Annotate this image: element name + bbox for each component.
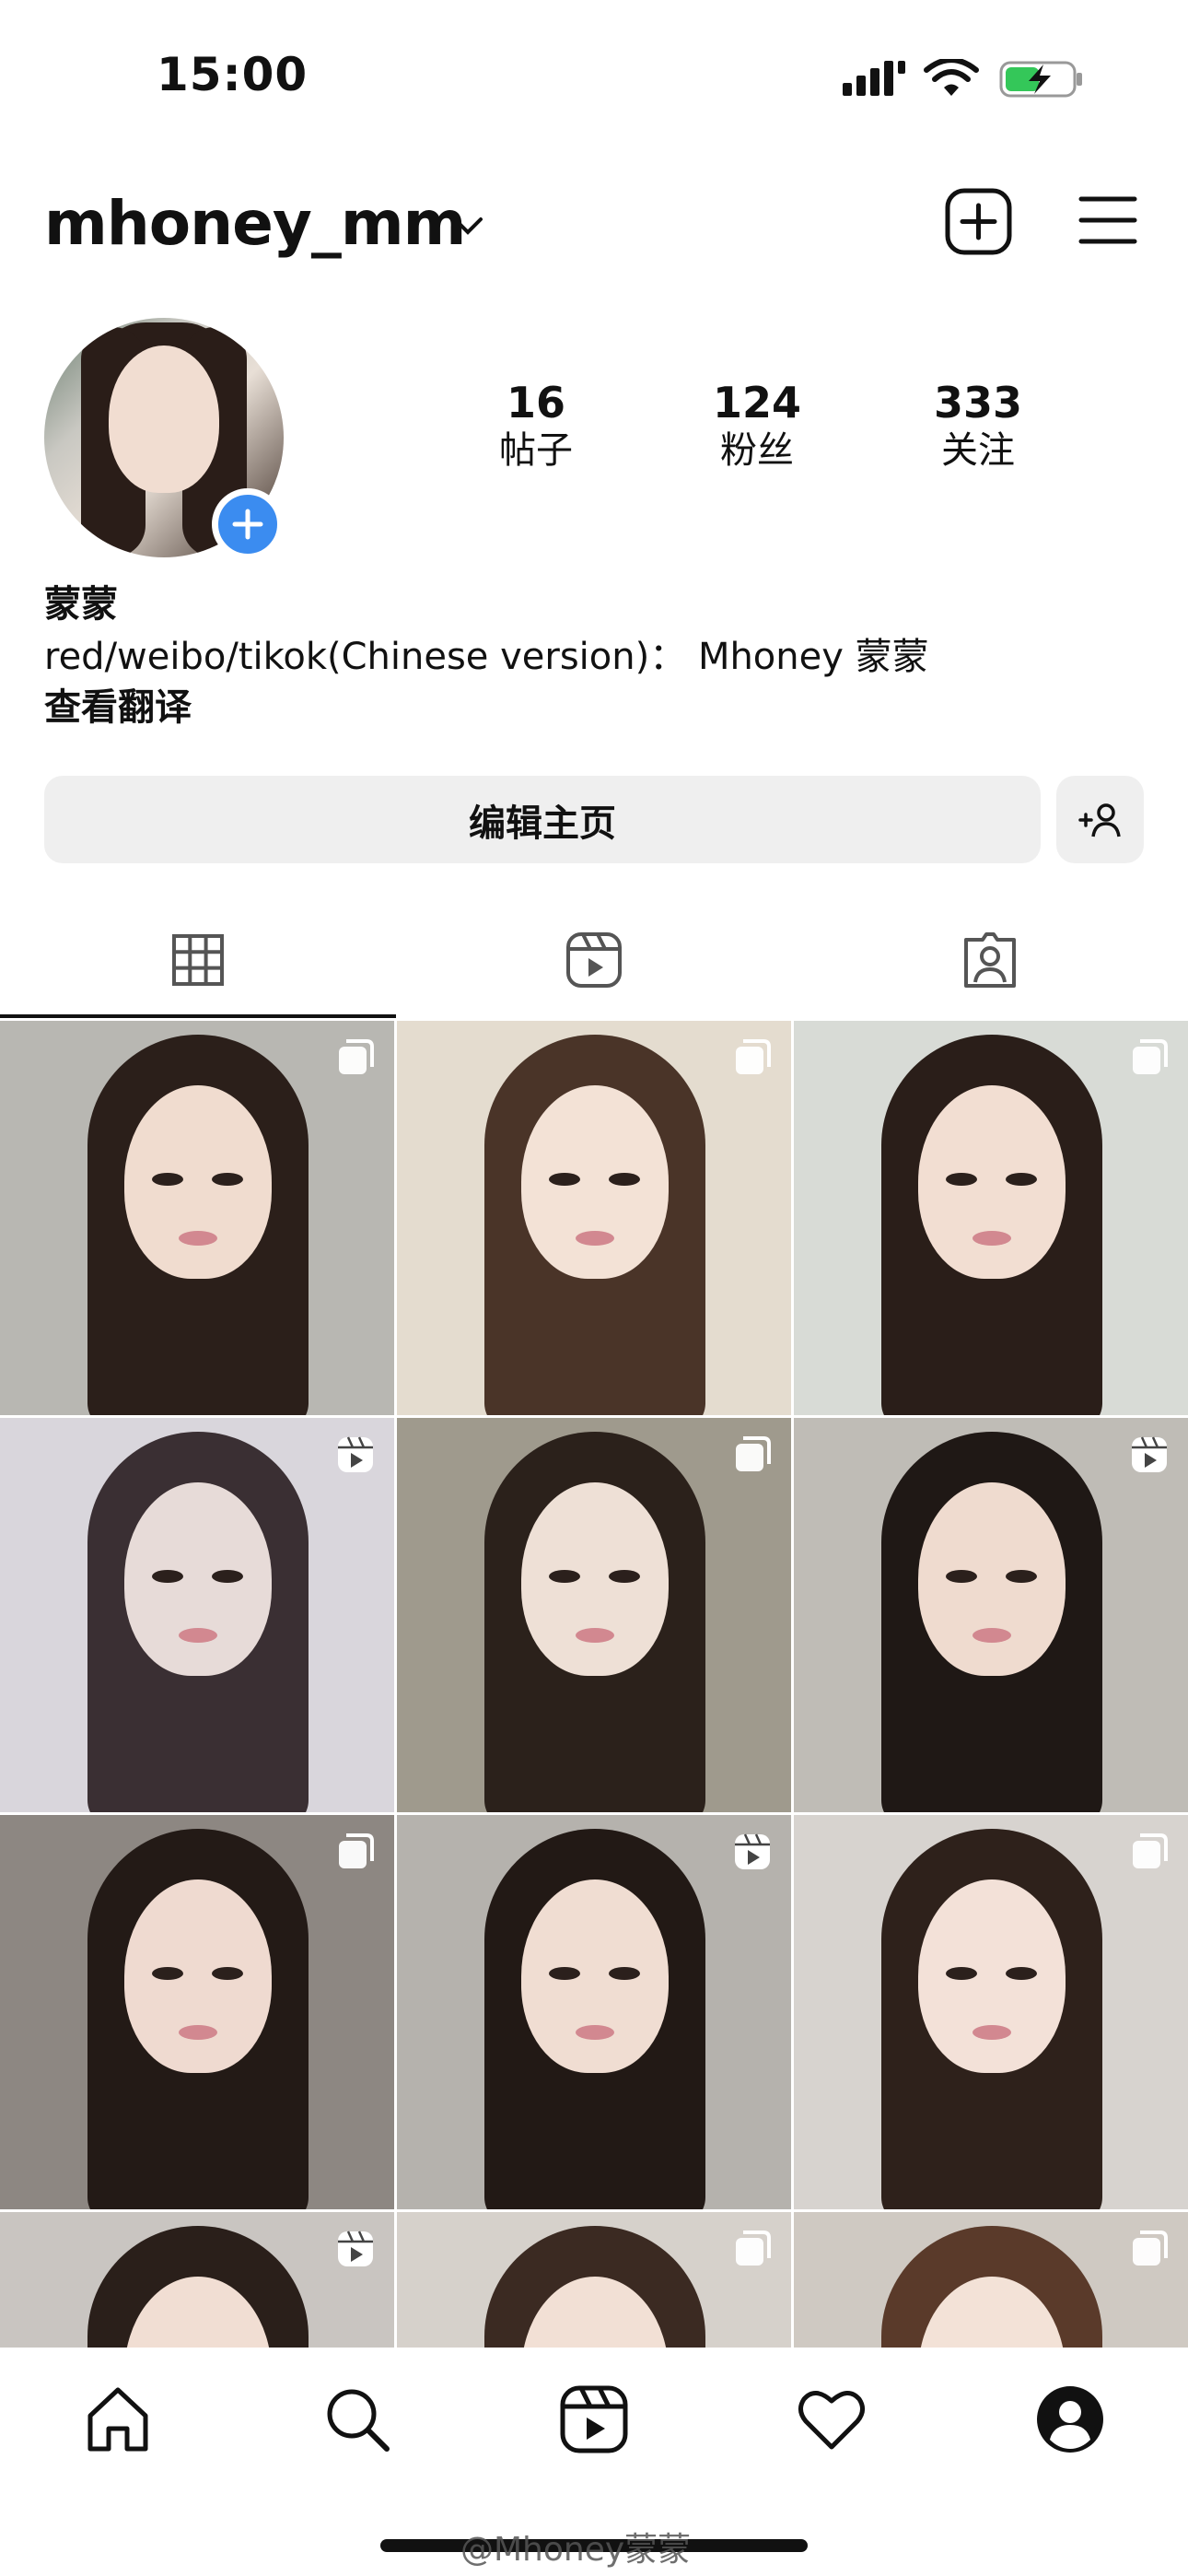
posts-count[interactable]: 16 帖子 — [458, 380, 614, 474]
post-thumbnail[interactable] — [0, 1418, 394, 1812]
post-thumbnail[interactable] — [397, 2212, 791, 2348]
carousel-badge-icon — [1129, 2229, 1170, 2269]
username-switcher[interactable]: mhoney_mm — [44, 188, 466, 259]
following-count[interactable]: 333 关注 — [900, 380, 1056, 474]
reel-badge-icon — [335, 2229, 376, 2269]
home-icon[interactable] — [81, 2383, 155, 2456]
edit-profile-button[interactable]: 编辑主页 — [44, 776, 1041, 863]
post-thumbnail[interactable] — [397, 1418, 791, 1812]
profile-display-name: 蒙蒙 — [44, 583, 118, 626]
post-thumbnail[interactable] — [794, 1021, 1188, 1415]
reels-icon — [566, 932, 622, 988]
followers-count[interactable]: 124 粉丝 — [679, 380, 835, 474]
reel-badge-icon — [335, 1434, 376, 1475]
see-translation-link[interactable]: 查看翻译 — [44, 677, 192, 731]
tab-tagged[interactable] — [792, 912, 1188, 1018]
cellular-signal-icon — [843, 61, 905, 96]
battery-icon — [999, 61, 1082, 98]
chevron-down-icon[interactable] — [451, 212, 484, 240]
carousel-badge-icon — [335, 1832, 376, 1872]
tab-posts[interactable] — [0, 912, 396, 1018]
status-bar: 15:00 — [0, 0, 1188, 157]
status-time: 15:00 — [157, 48, 309, 101]
carousel-badge-icon — [1129, 1832, 1170, 1872]
profile-bio: red/weibo/tikok(Chinese version)： Mhoney… — [44, 636, 929, 678]
carousel-badge-icon — [1129, 1037, 1170, 1078]
post-thumbnail[interactable] — [794, 2212, 1188, 2348]
tab-reels[interactable] — [396, 912, 792, 1018]
post-thumbnail[interactable] — [397, 1815, 791, 2209]
create-post-icon[interactable] — [944, 187, 1013, 256]
grid-icon — [172, 934, 224, 986]
carousel-badge-icon — [732, 1037, 773, 1078]
plus-icon — [232, 509, 263, 540]
tagged-icon — [964, 932, 1016, 988]
post-thumbnail[interactable] — [0, 2212, 394, 2348]
heart-icon[interactable] — [795, 2383, 868, 2456]
post-thumbnail[interactable] — [0, 1021, 394, 1415]
posts-grid — [0, 1021, 1188, 2348]
carousel-badge-icon — [732, 1434, 773, 1475]
profile-tabs — [0, 912, 1188, 1018]
search-icon[interactable] — [320, 2383, 394, 2456]
post-thumbnail[interactable] — [794, 1815, 1188, 2209]
profile-header: mhoney_mm — [0, 166, 1188, 276]
reels-icon[interactable] — [557, 2383, 631, 2456]
watermark: @Mhoney蒙蒙 — [460, 2531, 692, 2569]
reel-badge-icon — [1129, 1434, 1170, 1475]
reel-badge-icon — [732, 1832, 773, 1872]
post-thumbnail[interactable] — [794, 1418, 1188, 1812]
add-person-icon — [1078, 803, 1121, 837]
discover-people-button[interactable] — [1056, 776, 1144, 863]
carousel-badge-icon — [732, 2229, 773, 2269]
post-thumbnail[interactable] — [397, 1021, 791, 1415]
profile-icon[interactable] — [1033, 2383, 1107, 2456]
add-story-button[interactable] — [212, 488, 284, 560]
carousel-badge-icon — [335, 1037, 376, 1078]
post-thumbnail[interactable] — [0, 1815, 394, 2209]
wifi-icon — [924, 59, 979, 96]
menu-icon[interactable] — [1077, 192, 1138, 249]
